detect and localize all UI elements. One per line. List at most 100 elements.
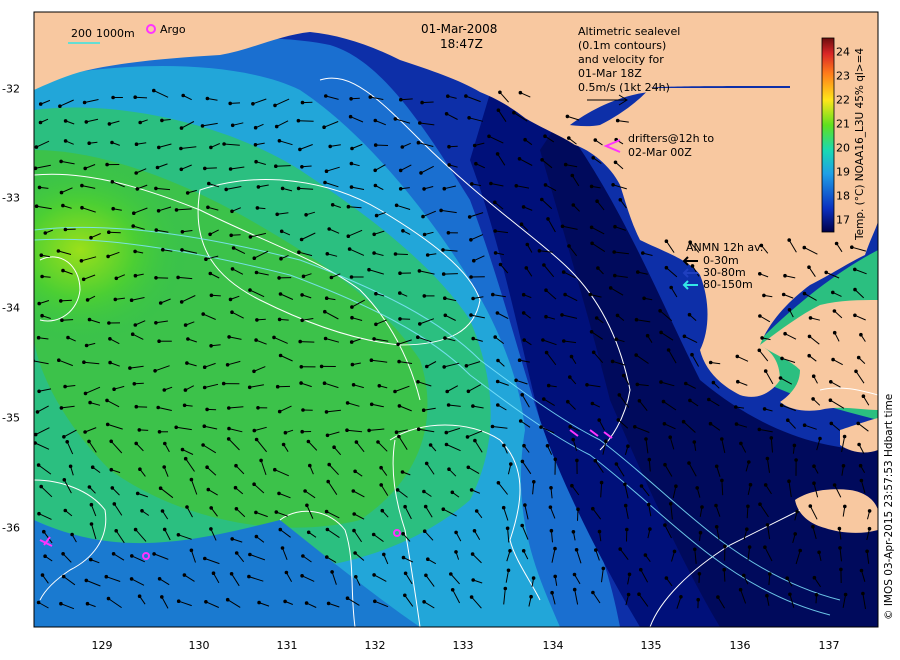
velocity-arrow-head	[618, 547, 623, 551]
velocity-arrow-head	[254, 270, 259, 275]
velocity-arrow-head	[278, 527, 283, 532]
velocity-arrow-head	[471, 404, 475, 408]
velocity-arrow-head	[687, 461, 691, 465]
velocity-arrow-head	[133, 323, 138, 327]
velocity-arrow-head	[495, 379, 500, 384]
velocity-arrow-head	[522, 443, 526, 448]
velocity-arrow-head	[303, 489, 307, 493]
velocity-arrow-head	[692, 440, 697, 444]
velocity-arrow-head	[517, 358, 522, 363]
velocity-arrow-head	[398, 271, 402, 276]
velocity-arrow-head	[611, 183, 615, 187]
velocity-arrow-head	[394, 430, 399, 435]
velocity-arrow-head	[135, 491, 140, 496]
velocity-arrow-head	[708, 360, 713, 365]
velocity-arrow-head	[401, 229, 405, 233]
velocity-arrow-head	[765, 456, 770, 461]
velocity-arrow-head	[87, 485, 92, 489]
velocity-arrow-head	[572, 572, 577, 577]
velocity-arrow-head	[372, 232, 377, 237]
velocity-arrow-head	[325, 555, 329, 559]
velocity-arrow-head	[867, 509, 872, 513]
velocity-arrow-head	[829, 380, 833, 384]
velocity-arrow-head	[36, 335, 41, 340]
velocity-arrow-head	[209, 506, 213, 510]
velocity-arrow-head	[519, 222, 524, 226]
velocity-arrow-head	[179, 300, 184, 304]
velocity-arrow-head	[179, 167, 184, 172]
x-tick-130: 130	[188, 639, 210, 652]
velocity-arrow-head	[416, 140, 421, 145]
velocity-arrow-head	[520, 459, 525, 464]
velocity-arrow-head	[185, 361, 189, 365]
velocity-arrow-head	[466, 465, 471, 470]
velocity-arrow-head	[186, 337, 190, 341]
velocity-arrow-head	[588, 292, 593, 297]
velocity-arrow-head	[162, 388, 167, 392]
velocity-arrow-head	[714, 525, 719, 529]
velocity-arrow-head	[838, 546, 842, 550]
velocity-arrow-head	[854, 369, 858, 374]
velocity-arrow-head	[531, 576, 536, 580]
velocity-arrow-head	[808, 316, 813, 320]
velocity-arrow-head	[256, 406, 260, 410]
velocity-arrow-head	[233, 485, 238, 490]
velocity-arrow-head	[182, 403, 187, 408]
velocity-arrow-head	[626, 444, 630, 449]
velocity-arrow-head	[60, 318, 64, 323]
velocity-arrow-head	[454, 550, 458, 554]
velocity-arrow-head	[711, 380, 716, 385]
velocity-arrow-head	[464, 364, 469, 368]
velocity-arrow-head	[865, 549, 869, 554]
velocity-arrow-head	[160, 118, 164, 123]
velocity-arrow-head	[545, 444, 550, 448]
velocity-arrow-head	[639, 484, 644, 488]
velocity-arrow-head	[856, 355, 861, 360]
velocity-arrow-head	[373, 168, 378, 173]
velocity-arrow-head	[332, 445, 336, 450]
velocity-arrow-head	[674, 484, 678, 489]
velocity-arrow-head	[834, 241, 839, 246]
x-tick-134: 134	[542, 639, 564, 652]
drifters-line1: drifters@12h to	[628, 132, 715, 145]
velocity-arrow-head	[517, 157, 522, 161]
velocity-arrow-head	[812, 575, 817, 580]
velocity-arrow-head	[597, 529, 602, 534]
velocity-arrow-head	[763, 545, 767, 550]
velocity-arrow	[443, 273, 458, 275]
velocity-arrow-head	[137, 428, 142, 432]
velocity-arrow-head	[589, 184, 594, 189]
argo-label: Argo	[160, 23, 186, 36]
velocity-arrow-head	[472, 529, 477, 533]
velocity-arrow-head	[133, 527, 138, 532]
velocity-arrow-head	[201, 312, 205, 316]
velocity-arrow-head	[110, 486, 115, 490]
velocity-arrow-head	[85, 298, 90, 302]
velocity-arrow-head	[275, 212, 280, 217]
velocity-arrow-head	[859, 332, 863, 337]
velocity-arrow-head	[401, 532, 405, 536]
velocity-arrow-head	[561, 270, 566, 274]
velocity-arrow-head	[575, 458, 579, 463]
velocity-arrow-head	[593, 458, 598, 463]
velocity-arrow-head	[111, 206, 115, 211]
velocity-arrow-head	[783, 331, 787, 336]
velocity-arrow-head	[299, 365, 304, 369]
velocity-arrow-head	[281, 442, 286, 447]
velocity-arrow-head	[257, 600, 261, 605]
sst-map	[33, 11, 879, 628]
velocity-arrow-head	[156, 209, 161, 213]
velocity-arrow-head	[371, 532, 376, 537]
velocity-arrow-head	[591, 506, 595, 511]
velocity-arrow-head	[442, 186, 447, 191]
velocity-arrow-head	[84, 343, 89, 348]
velocity-arrow-head	[206, 487, 211, 492]
velocity-arrow-head	[769, 436, 774, 440]
velocity-arrow-head	[153, 369, 157, 373]
velocity-arrow-head	[324, 169, 329, 173]
velocity-arrow-head	[758, 272, 762, 276]
velocity-arrow-head	[396, 342, 400, 347]
x-tick-129: 129	[91, 639, 113, 652]
velocity-arrow-head	[284, 570, 289, 575]
velocity-arrow-head	[305, 503, 309, 508]
